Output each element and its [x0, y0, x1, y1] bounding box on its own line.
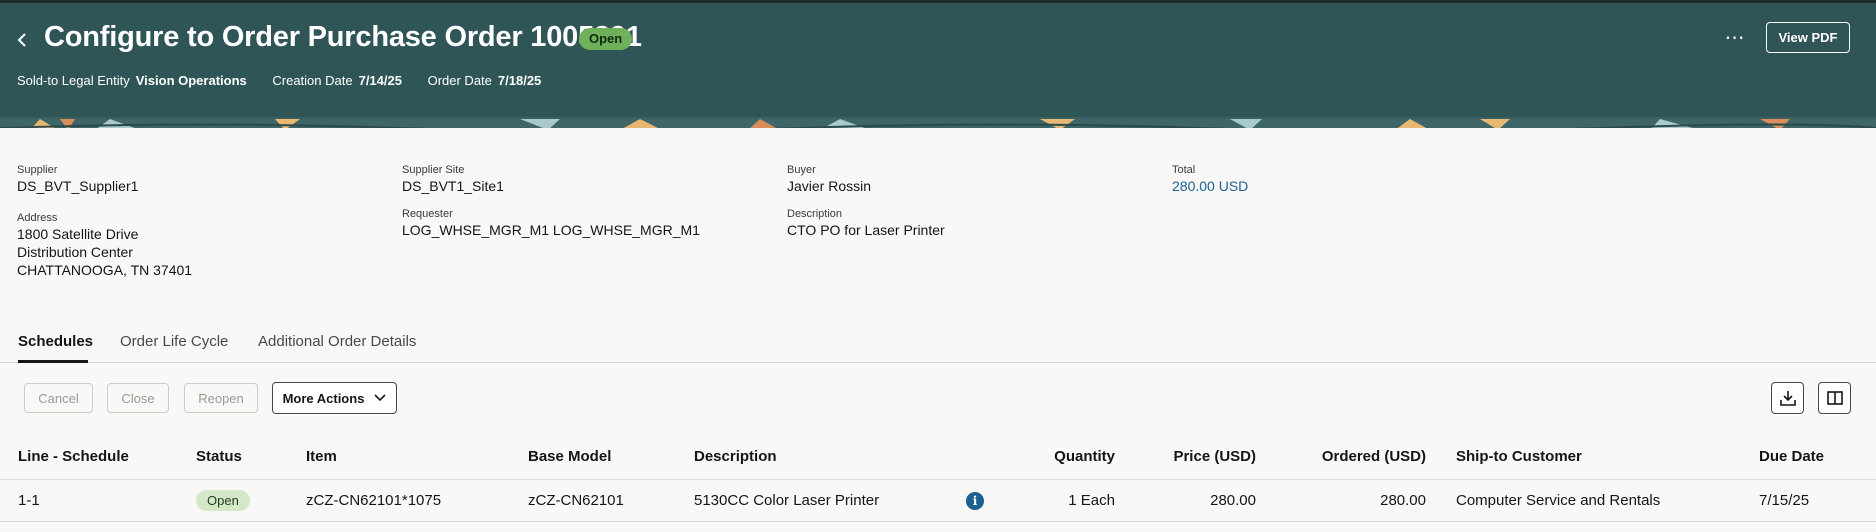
back-button[interactable] [10, 25, 34, 55]
description-label: Description [787, 208, 843, 220]
column-header-description[interactable]: Description [694, 448, 777, 465]
page-header: Configure to Order Purchase Order 100539… [0, 0, 1876, 117]
info-icon[interactable]: i [966, 492, 984, 510]
tab-order-life-cycle[interactable]: Order Life Cycle [120, 333, 228, 350]
buyer-label: Buyer [787, 164, 816, 176]
column-header-due-date[interactable]: Due Date [1759, 448, 1824, 465]
view-pdf-button[interactable]: View PDF [1766, 22, 1850, 53]
decorative-banner [0, 117, 1876, 128]
download-icon [1779, 391, 1796, 406]
sold-to-value: Vision Operations [135, 73, 247, 88]
description-value: CTO PO for Laser Printer [787, 222, 945, 238]
row-item: zCZ-CN62101*1075 [306, 492, 442, 509]
page-title: Configure to Order Purchase Order 100539… [44, 21, 642, 53]
total-label: Total [1172, 164, 1196, 176]
column-header-price[interactable]: Price (USD) [1140, 448, 1256, 465]
column-header-quantity[interactable]: Quantity [1000, 448, 1115, 465]
address-line-1: 1800 Satellite Drive [17, 226, 139, 242]
reopen-button[interactable]: Reopen [184, 383, 258, 413]
row-ordered: 280.00 [1380, 492, 1426, 509]
order-date-label: Order Date [427, 73, 492, 88]
ellipsis-icon: ⋯ [1724, 27, 1746, 49]
tabs-divider [0, 362, 1876, 363]
active-tab-indicator [18, 360, 88, 363]
column-header-ordered[interactable]: Ordered (USD) [1290, 448, 1426, 465]
line-schedule-link[interactable]: 1-1 [18, 492, 40, 509]
order-date-value: 7/18/25 [497, 73, 542, 88]
creation-date-value: 7/14/25 [358, 73, 402, 88]
buyer-value: Javier Rossin [787, 178, 872, 194]
total-link[interactable]: 280.00 USD [1172, 177, 1248, 195]
row-quantity: 1 Each [1068, 492, 1115, 509]
row-price: 280.00 [1210, 492, 1256, 509]
column-header-item[interactable]: Item [306, 448, 337, 465]
address-label: Address [17, 212, 58, 224]
download-button[interactable] [1771, 382, 1804, 414]
row-ship-to-customer: Computer Service and Rentals [1456, 492, 1661, 509]
tab-schedules[interactable]: Schedules [18, 333, 93, 350]
supplier-label: Supplier [17, 164, 58, 176]
cancel-button[interactable]: Cancel [24, 383, 93, 413]
column-header-line-schedule[interactable]: Line - Schedule [18, 448, 129, 465]
supplier-site-label: Supplier Site [402, 164, 465, 176]
more-actions-label: More Actions [282, 390, 365, 406]
row-due-date: 7/15/25 [1759, 492, 1810, 509]
columns-icon [1826, 391, 1843, 405]
sold-to-label: Sold-to Legal Entity [17, 73, 130, 88]
supplier-site-value: DS_BVT1_Site1 [402, 178, 504, 194]
supplier-value: DS_BVT_Supplier1 [17, 178, 139, 194]
address-line-3: CHATTANOOGA, TN 37401 [17, 262, 193, 278]
row-divider [0, 521, 1876, 522]
address-line-2: Distribution Center [17, 244, 133, 260]
more-options-button[interactable]: ⋯ [1722, 23, 1748, 53]
creation-date-label: Creation Date [272, 73, 353, 88]
column-header-status[interactable]: Status [196, 448, 242, 465]
chevron-left-icon [17, 33, 26, 47]
requester-value: LOG_WHSE_MGR_M1 LOG_WHSE_MGR_M1 [402, 222, 700, 238]
row-description: 5130CC Color Laser Printer [694, 492, 880, 509]
close-button[interactable]: Close [107, 383, 169, 413]
more-actions-button[interactable]: More Actions [272, 382, 397, 414]
requester-label: Requester [402, 208, 453, 220]
row-status-badge: Open [196, 490, 250, 511]
row-base-model: zCZ-CN62101 [528, 492, 624, 509]
header-meta: Sold-to Legal Entity Vision Operations Cr… [17, 73, 563, 88]
column-header-ship-to-customer[interactable]: Ship-to Customer [1456, 448, 1582, 465]
column-header-base-model[interactable]: Base Model [528, 448, 611, 465]
chevron-down-icon [374, 394, 386, 402]
tab-additional-order-details[interactable]: Additional Order Details [258, 333, 416, 350]
columns-button[interactable] [1818, 382, 1851, 414]
status-badge: Open [579, 28, 633, 50]
table-header-divider [0, 479, 1876, 480]
